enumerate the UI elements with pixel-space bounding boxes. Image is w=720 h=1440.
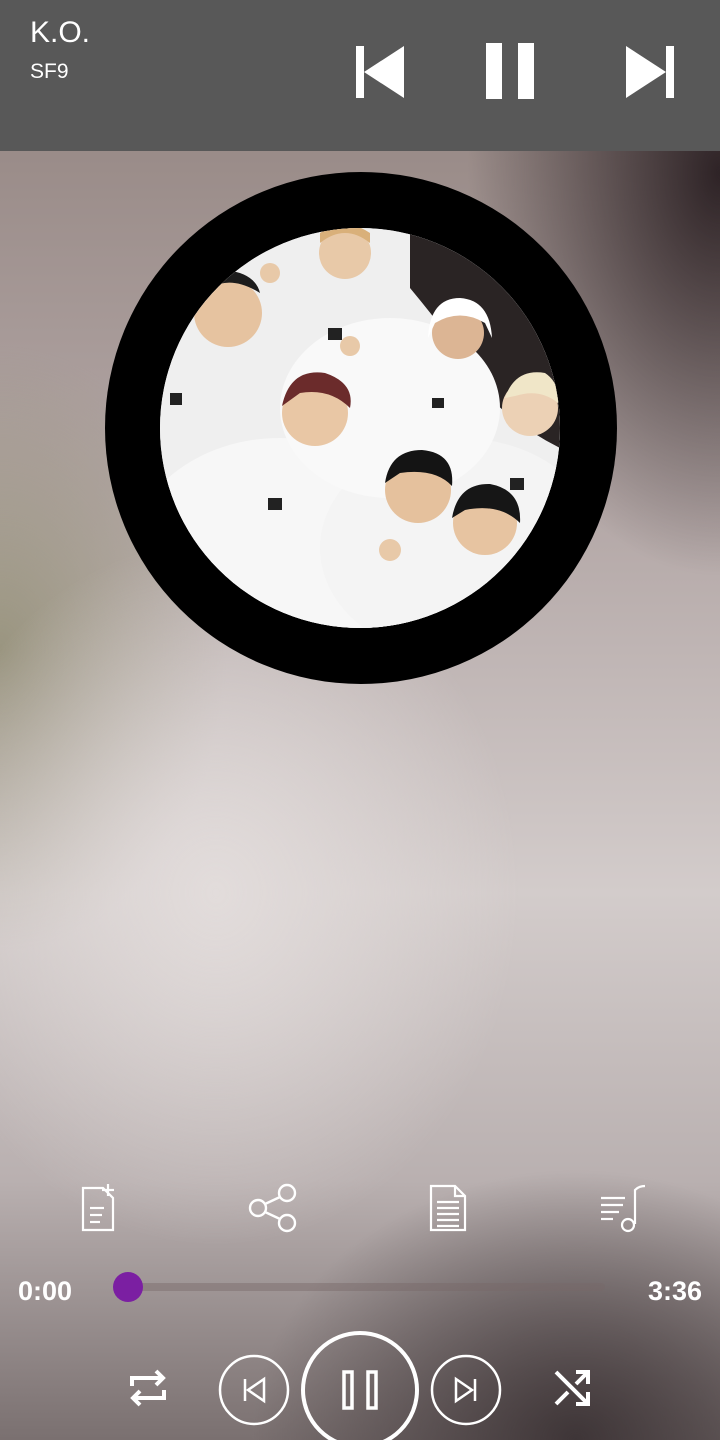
pause-icon [301,1331,419,1440]
album-art-image [160,228,560,628]
skip-next-icon [430,1354,502,1426]
share-button[interactable] [245,1180,301,1236]
seek-bar[interactable] [113,1272,605,1302]
total-time: 3:36 [647,1276,702,1306]
skip-next-button[interactable] [618,40,682,104]
repeat-button[interactable] [122,1362,174,1414]
pause-button[interactable] [478,40,542,104]
shuffle-icon [554,1370,590,1406]
pause-icon [486,43,534,99]
next-track-button[interactable] [430,1354,502,1426]
song-artist: SF9 [30,60,69,83]
playlist-add-icon [81,1184,115,1232]
share-icon [248,1183,297,1233]
album-cover-image [160,228,560,628]
skip-previous-icon [356,46,404,98]
play-pause-button[interactable] [300,1330,420,1440]
skip-previous-icon [218,1354,290,1426]
skip-next-icon [626,46,674,98]
add-to-playlist-button[interactable] [70,1180,126,1236]
skip-previous-button[interactable] [348,40,412,104]
seek-bar-thumb[interactable] [113,1272,143,1302]
current-time: 0:00 [18,1276,73,1306]
repeat-icon [130,1369,166,1407]
mini-player-bar: K.O. SF9 [0,0,720,151]
lyrics-button[interactable] [420,1180,476,1236]
lyrics-document-icon [429,1184,467,1232]
shuffle-button[interactable] [546,1362,598,1414]
queue-button[interactable] [595,1180,651,1236]
song-title: K.O. [30,16,91,49]
previous-track-button[interactable] [218,1354,290,1426]
music-queue-icon [601,1184,646,1233]
